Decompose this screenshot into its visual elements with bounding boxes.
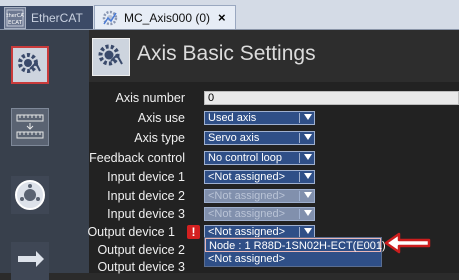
field-label: Input device 3 xyxy=(107,207,185,221)
chevron-down-icon xyxy=(304,192,312,198)
row-feedback-control: Feedback control No control loop xyxy=(89,150,459,166)
chevron-down-icon[interactable] xyxy=(304,134,312,140)
svg-text:EtherCAT: EtherCAT xyxy=(6,13,24,19)
divider xyxy=(299,227,300,237)
select-value: No control loop xyxy=(208,152,282,164)
field-label: Output device 1 xyxy=(87,225,175,239)
divider xyxy=(299,133,300,143)
svg-text:ECAT: ECAT xyxy=(8,20,23,26)
row-axis-type: Axis type Servo axis xyxy=(89,130,459,146)
panel-heading: Axis Basic Settings xyxy=(89,30,459,82)
ruler-icon xyxy=(16,114,44,139)
warning-icon: ! xyxy=(187,225,200,239)
divider xyxy=(299,191,300,201)
tab-ethercat[interactable]: EtherCAT ECAT EtherCAT xyxy=(0,6,93,29)
axis-type-select[interactable]: Servo axis xyxy=(204,131,315,145)
unit-conversion-button[interactable] xyxy=(11,108,49,146)
chevron-down-icon[interactable] xyxy=(304,114,312,120)
other-settings-button[interactable] xyxy=(11,242,49,280)
page-title: Axis Basic Settings xyxy=(137,42,316,65)
row-axis-number: Axis number 0 xyxy=(89,90,459,106)
row-input-device-3: Input device 3 <Not assigned> xyxy=(89,206,459,222)
left-category-strip xyxy=(0,30,89,280)
axis-gear-icon xyxy=(101,9,119,27)
dial-icon xyxy=(15,180,45,210)
divider xyxy=(299,172,300,182)
tab-label: EtherCAT xyxy=(31,10,83,25)
axis-use-select[interactable]: Used axis xyxy=(204,111,315,125)
divider xyxy=(299,153,300,163)
dropdown-option[interactable]: <Not assigned> xyxy=(205,252,381,266)
row-input-device-1: Input device 1 <Not assigned> xyxy=(89,169,459,185)
field-label: Axis number xyxy=(115,91,185,105)
input-device-1-select[interactable]: <Not assigned> xyxy=(204,170,315,184)
field-label: Axis use xyxy=(137,111,185,125)
close-icon[interactable]: × xyxy=(218,10,226,25)
tab-mc-axis000[interactable]: MC_Axis000 (0) × xyxy=(94,5,236,29)
select-value: <Not assigned> xyxy=(208,190,286,202)
select-value: <Not assigned> xyxy=(208,171,286,183)
field-label: Output device 2 xyxy=(97,243,185,257)
row-axis-use: Axis use Used axis xyxy=(89,110,459,126)
feedback-control-select[interactable]: No control loop xyxy=(204,151,315,165)
ethercat-icon: EtherCAT ECAT xyxy=(4,6,26,29)
input-device-3-select: <Not assigned> xyxy=(204,207,315,221)
gear-icon xyxy=(92,38,130,76)
chevron-down-icon[interactable] xyxy=(304,228,312,234)
field-label: Axis type xyxy=(134,131,185,145)
chevron-down-icon[interactable] xyxy=(304,173,312,179)
select-value: Servo axis xyxy=(208,132,260,144)
field-label: Feedback control xyxy=(89,151,185,165)
tab-label: MC_Axis000 (0) xyxy=(124,10,211,25)
output-device-1-dropdown-list: Node : 1 R88D-1SN02H-ECT(E001) <Not assi… xyxy=(204,237,386,267)
operation-settings-button[interactable] xyxy=(11,176,49,214)
divider xyxy=(299,209,300,219)
input-device-2-select: <Not assigned> xyxy=(204,189,315,203)
gear-icon xyxy=(18,53,41,73)
field-label: Input device 2 xyxy=(107,189,185,203)
chevron-down-icon[interactable] xyxy=(304,154,312,160)
arrows-icon xyxy=(18,251,44,267)
select-value: Used axis xyxy=(208,112,257,124)
chevron-down-icon xyxy=(304,210,312,216)
red-arrow-annotation xyxy=(384,232,431,254)
tab-bar: EtherCAT ECAT EtherCAT MC_Axis000 (0) × xyxy=(0,0,459,30)
dropdown-option[interactable]: Node : 1 R88D-1SN02H-ECT(E001) xyxy=(205,238,386,252)
field-label: Input device 1 xyxy=(107,170,185,184)
axis-number-input[interactable]: 0 xyxy=(204,91,459,105)
row-input-device-2: Input device 2 <Not assigned> xyxy=(89,188,459,204)
divider xyxy=(299,113,300,123)
select-value: <Not assigned> xyxy=(208,208,286,220)
axis-basic-settings-button[interactable] xyxy=(11,46,49,84)
